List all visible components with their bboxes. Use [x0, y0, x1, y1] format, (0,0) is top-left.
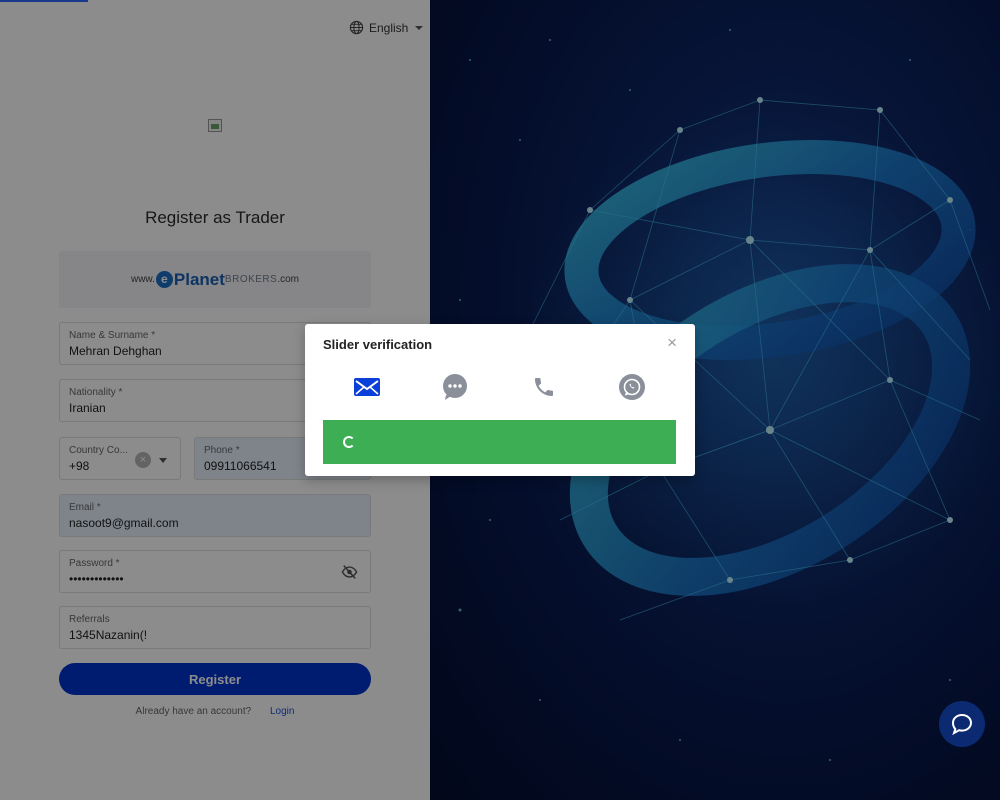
chat-bubble-icon	[951, 713, 973, 736]
chat-support-button[interactable]	[939, 701, 985, 747]
dialog-title: Slider verification	[323, 337, 433, 352]
phone-method-button[interactable]	[529, 372, 559, 402]
sms-chat-icon	[443, 374, 467, 400]
whatsapp-method-button[interactable]	[617, 372, 647, 402]
whatsapp-icon	[619, 374, 645, 400]
email-icon	[354, 378, 380, 396]
verification-methods	[305, 372, 695, 402]
loading-spinner-icon	[343, 436, 355, 448]
verification-slider[interactable]	[323, 420, 676, 464]
close-icon[interactable]: ×	[667, 334, 677, 351]
email-method-button[interactable]	[352, 372, 382, 402]
phone-icon	[535, 378, 553, 396]
slider-verification-dialog: Slider verification ×	[305, 324, 695, 476]
sms-method-button[interactable]	[440, 372, 470, 402]
